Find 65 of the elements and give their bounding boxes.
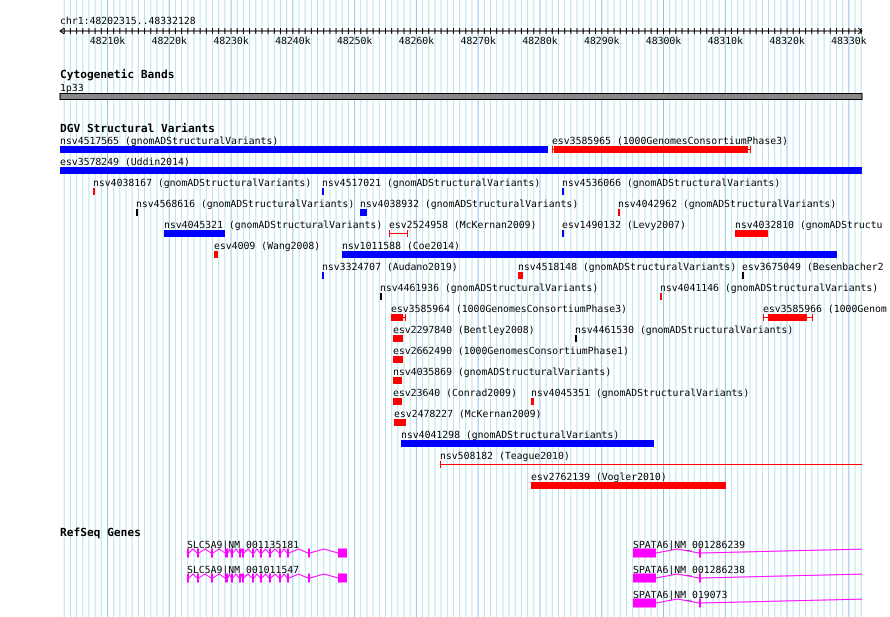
variant-label: nsv4461936 (gnomADStructuralVariants): [380, 283, 598, 294]
gene-model-drawing[interactable]: [632, 574, 862, 582]
transcript-label: SLC5A9|NM_001135181: [187, 540, 300, 551]
transcript-label: SLC5A9|NM_001011547: [187, 565, 300, 576]
transcript-label: SPATA6|NM_001286239: [632, 540, 746, 551]
variant-label: nsv4042962 (gnomADStructuralVariants): [618, 199, 836, 210]
ruler-tick-label: 48310k: [708, 36, 743, 47]
variant-label: nsv4517565 (gnomADStructuralVariants): [60, 136, 278, 147]
variant-label: esv3675049 (Besenbacher2: [742, 262, 884, 273]
track-title: Cytogenetic Bands: [60, 68, 175, 81]
variant-label: nsv4045321 (gnomADStructuralVariants): [164, 220, 382, 231]
variant-label: esv3585964 (1000GenomesConsortiumPhase3): [391, 304, 627, 315]
variant-label: esv3578249 (Uddin2014): [60, 157, 190, 168]
variant-bar[interactable]: [562, 188, 564, 195]
variant-label: nsv4032810 (gnomADStructu: [734, 220, 882, 231]
variant-label: nsv3324707 (Audano2019): [322, 262, 458, 273]
variant-label: nsv4518148 (gnomADStructuralVariants): [518, 262, 736, 273]
ruler-tick-label: 48230k: [213, 36, 249, 47]
ruler-tick-label: 48250k: [336, 36, 372, 47]
ruler-tick-label: 48330k: [831, 36, 867, 47]
track-title: RefSeq Genes: [60, 526, 141, 539]
variant-label: esv4009 (Wang2008): [214, 241, 320, 252]
variant-label: nsv508182 (Teague2010): [440, 451, 570, 462]
ruler-tick-label: 48290k: [584, 36, 620, 47]
ruler-tick-label: 48320k: [769, 36, 805, 47]
variant-label: nsv4568616 (gnomADStructuralVariants): [136, 199, 354, 210]
track-title: DGV Structural Variants: [60, 122, 215, 135]
ruler-tick-label: 48220k: [152, 36, 187, 47]
gene-model-drawing[interactable]: [632, 598, 862, 608]
variant-label: esv3585966 (1000Genom: [762, 304, 887, 315]
variant-label: esv2662490 (1000GenomesConsortiumPhase1): [393, 346, 629, 357]
variant-label: esv2524958 (McKernan2009): [389, 220, 536, 231]
variant-label: nsv4038932 (gnomADStructuralVariants): [360, 199, 578, 210]
ruler-tick-label: 48210k: [90, 36, 126, 47]
cytoband-label: 1p33: [60, 83, 84, 94]
gene-model-drawing[interactable]: [632, 548, 862, 558]
variant-label: esv23640 (Conrad2009): [393, 388, 517, 399]
variant-label: esv2297840 (Bentley2008): [393, 325, 535, 336]
variant-label: nsv4035869 (gnomADStructuralVariants): [393, 367, 612, 378]
variant-label: esv1490132 (Levy2007): [562, 220, 686, 231]
variant-label: esv2762139 (Vogler2010): [530, 472, 667, 483]
variant-label: nsv4041298 (gnomADStructuralVariants): [401, 430, 620, 441]
transcript-label: SPATA6|NM_001286238: [632, 565, 746, 576]
variant-label: nsv4045351 (gnomADStructuralVariants): [530, 388, 750, 399]
variant-interval[interactable]: [388, 230, 408, 238]
variant-label: esv3585965 (1000GenomesConsortiumPhase3): [552, 136, 788, 147]
variant-label: esv2478227 (McKernan2009): [394, 409, 542, 420]
variant-label: nsv4038167 (gnomADStructuralVariants): [93, 178, 312, 189]
variant-bar[interactable]: [562, 230, 564, 237]
variant-bar[interactable]: [574, 335, 577, 342]
location-label: chr1:48202315..48332128: [60, 16, 196, 27]
ruler-tick-label: 48270k: [460, 36, 496, 47]
ruler-tick-label: 48260k: [398, 36, 434, 47]
variant-label: nsv4041146 (gnomADStructuralVariants): [660, 283, 878, 294]
ruler-tick-label: 48240k: [275, 36, 311, 47]
variant-label: nsv1011588 (Coe2014): [342, 241, 460, 252]
variant-label: nsv4536066 (gnomADStructuralVariants): [562, 178, 780, 189]
ruler-tick-label: 48280k: [522, 36, 558, 47]
variant-interval[interactable]: [440, 460, 862, 468]
cytoband-bar[interactable]: [60, 93, 862, 100]
ruler-tick-label: 48300k: [646, 36, 682, 47]
variant-label: nsv4517021 (gnomADStructuralVariants): [322, 178, 540, 189]
variant-bar[interactable]: [742, 272, 744, 279]
transcript-label: SPATA6|NM_019073: [632, 590, 728, 601]
variant-label: nsv4461530 (gnomADStructuralVariants): [574, 325, 794, 336]
